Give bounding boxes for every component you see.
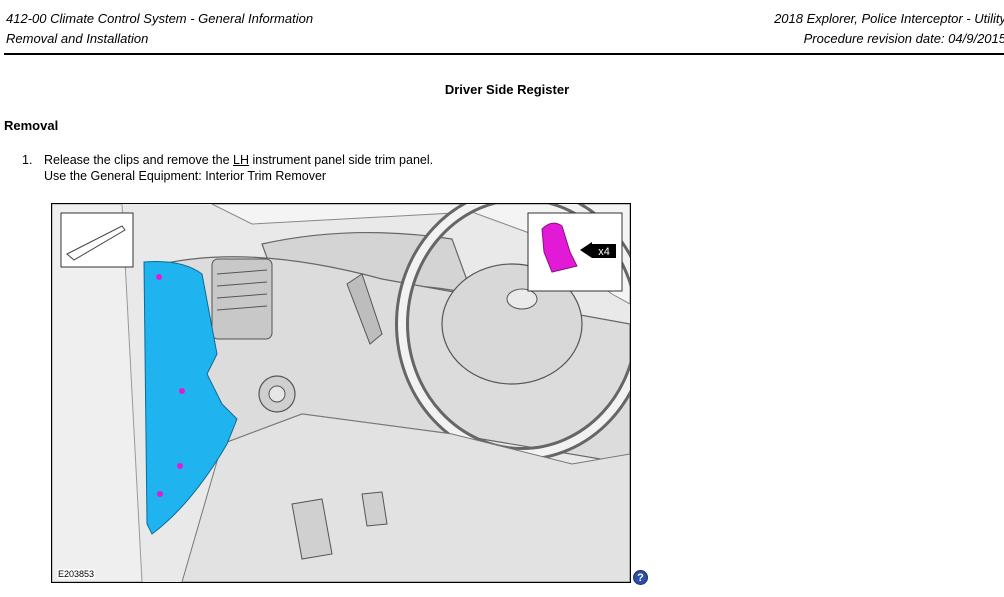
- help-icon[interactable]: ?: [633, 570, 648, 585]
- lh-abbreviation-link[interactable]: LH: [233, 153, 249, 167]
- page-title: Driver Side Register: [444, 82, 570, 97]
- revision-date: Procedure revision date: 04/9/2015: [803, 31, 1004, 46]
- header-divider: [4, 53, 1004, 55]
- step-text-after: instrument panel side trim panel.: [248, 153, 434, 167]
- section-heading: Removal: [4, 118, 59, 133]
- step-number: 1.: [22, 153, 33, 167]
- step-equipment: Use the General Equipment: Interior Trim…: [44, 169, 327, 183]
- figure-id: E203853: [57, 569, 96, 579]
- vehicle-name: 2018 Explorer, Police Interceptor - Util…: [774, 11, 1004, 26]
- header-right: 2018 Explorer, Police Interceptor - Util…: [774, 9, 1004, 49]
- step-1: 1. Release the clips and remove the LH in…: [22, 152, 433, 184]
- section-code: 412-00 Climate Control System - General …: [6, 11, 314, 26]
- header-subtitle: Removal and Installation: [6, 31, 149, 46]
- procedure-illustration: x4 E203853: [51, 203, 631, 583]
- clip-quantity: x4: [598, 246, 610, 258]
- step-text-before: Release the clips and remove the: [44, 153, 233, 167]
- header-left: 412-00 Climate Control System - General …: [6, 9, 313, 49]
- illustration-drawing: x4: [52, 204, 630, 582]
